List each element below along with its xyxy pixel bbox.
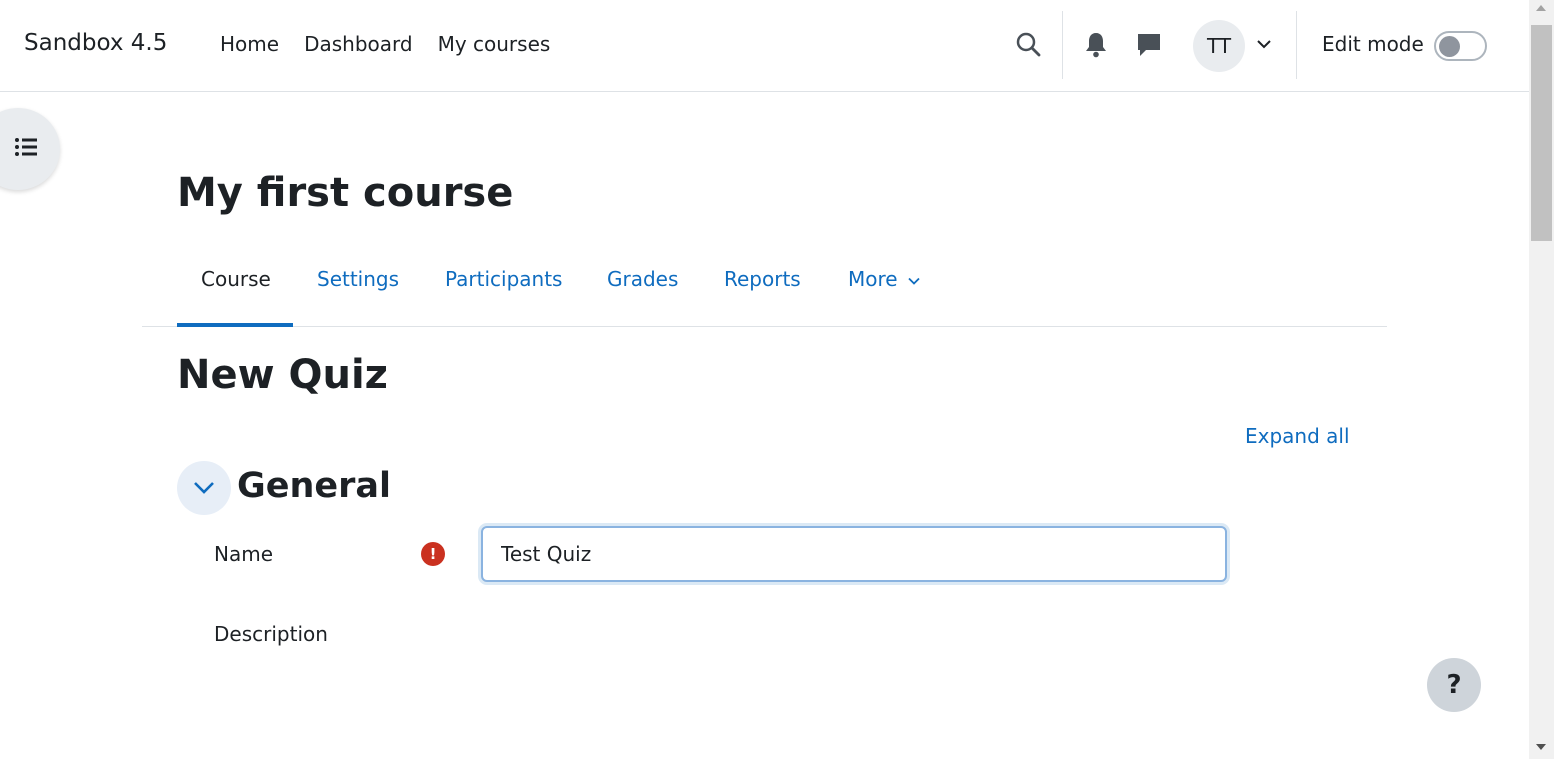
navbar-divider (1062, 11, 1063, 79)
required-icon: ! (421, 542, 445, 566)
top-navbar: Sandbox 4.5 Home Dashboard My courses TT… (0, 0, 1529, 92)
tab-grades[interactable]: Grades (607, 267, 678, 291)
tab-more[interactable]: More (848, 267, 920, 291)
description-field-label: Description (214, 622, 328, 646)
name-field-label: Name (214, 542, 274, 566)
name-input[interactable] (481, 526, 1227, 582)
chevron-down-icon (908, 277, 920, 285)
course-secondary-navigation: Course Settings Participants Grades Repo… (142, 255, 1387, 327)
nav-link-my-courses[interactable]: My courses (438, 32, 551, 56)
section-title-general: General (237, 466, 391, 506)
help-button[interactable]: ? (1427, 658, 1481, 712)
tab-participants[interactable]: Participants (445, 267, 562, 291)
list-icon (15, 138, 37, 156)
expand-all-link[interactable]: Expand all (1245, 424, 1350, 448)
tab-course[interactable]: Course (201, 267, 271, 291)
navbar-divider (1296, 11, 1297, 79)
vertical-scrollbar[interactable] (1529, 0, 1554, 759)
nav-link-dashboard[interactable]: Dashboard (304, 32, 413, 56)
edit-mode-label: Edit mode (1322, 32, 1424, 56)
course-index-toggle[interactable] (0, 108, 60, 190)
user-avatar[interactable]: TT (1193, 20, 1245, 72)
tab-more-label: More (848, 267, 898, 291)
nav-link-home[interactable]: Home (220, 32, 279, 56)
course-title: My first course (177, 170, 514, 216)
chevron-down-icon[interactable] (1256, 36, 1272, 52)
section-collapse-button[interactable] (177, 461, 231, 515)
search-icon[interactable] (1014, 30, 1044, 60)
site-brand[interactable]: Sandbox 4.5 (24, 30, 167, 56)
edit-mode-toggle[interactable] (1434, 31, 1487, 61)
scroll-down-arrow-icon[interactable] (1536, 744, 1546, 750)
tab-settings[interactable]: Settings (317, 267, 399, 291)
toggle-knob (1439, 36, 1460, 57)
scroll-up-arrow-icon[interactable] (1536, 5, 1546, 11)
tab-reports[interactable]: Reports (724, 267, 801, 291)
active-tab-indicator (177, 323, 293, 327)
scrollbar-thumb[interactable] (1531, 25, 1552, 241)
chevron-down-icon (194, 482, 214, 494)
page-heading: New Quiz (177, 352, 388, 398)
primary-navigation: Home Dashboard My courses (220, 32, 575, 56)
message-icon[interactable] (1135, 31, 1163, 59)
bell-icon[interactable] (1084, 31, 1108, 59)
